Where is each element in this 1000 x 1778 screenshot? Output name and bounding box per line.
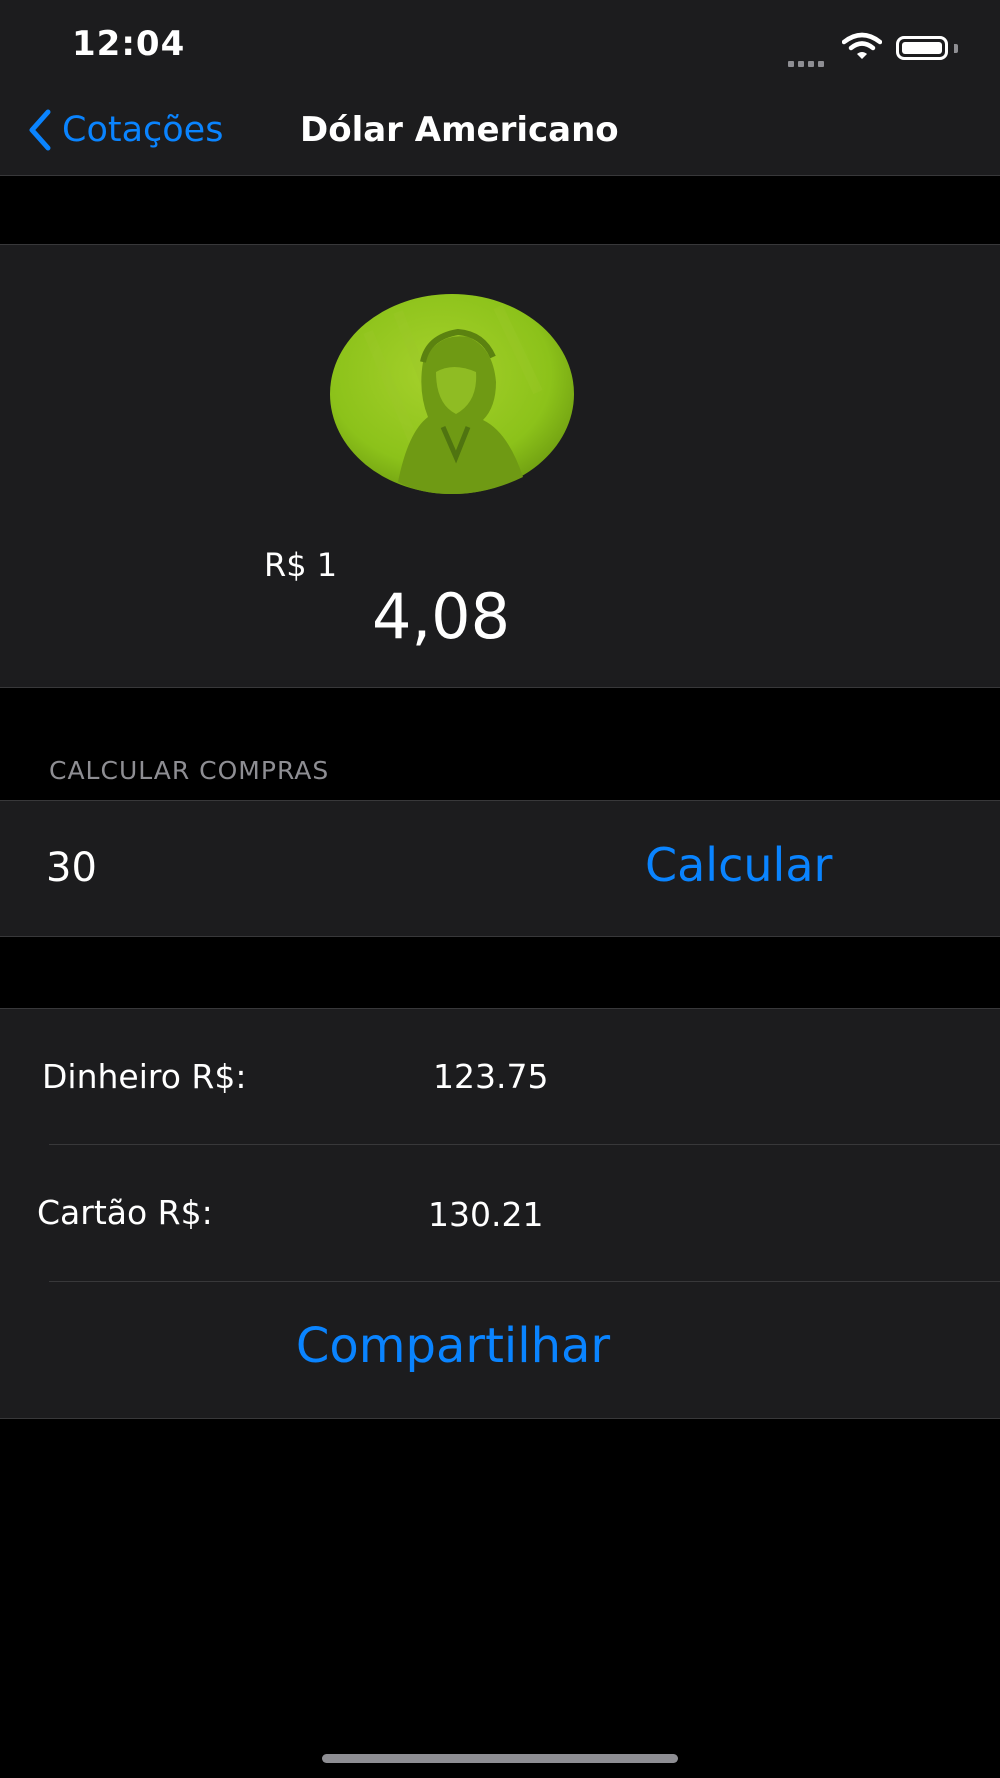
cellular-signal-icon xyxy=(788,52,828,71)
chevron-left-icon xyxy=(29,109,51,151)
battery-tip xyxy=(954,44,958,53)
quote-unit-label: R$ 1 xyxy=(264,546,338,584)
amount-input[interactable] xyxy=(46,838,546,898)
row-separator xyxy=(49,1281,1000,1282)
row-separator xyxy=(49,1144,1000,1145)
cash-label: Dinheiro R$: xyxy=(42,1057,247,1096)
page-title: Dólar Americano xyxy=(300,110,619,150)
quote-value: 4,08 xyxy=(372,580,511,653)
calculator-section-header: CALCULAR COMPRAS xyxy=(49,756,330,785)
card-label: Cartão R$: xyxy=(37,1193,213,1232)
back-button[interactable]: Cotações xyxy=(28,104,223,156)
calculate-button[interactable]: Calcular xyxy=(645,838,832,892)
wifi-icon xyxy=(841,32,883,64)
card-value: 130.21 xyxy=(428,1195,544,1234)
battery-icon xyxy=(896,36,948,60)
share-button[interactable]: Compartilhar xyxy=(0,1318,906,1374)
home-indicator xyxy=(322,1754,678,1763)
status-time: 12:04 xyxy=(72,24,186,64)
back-button-label: Cotações xyxy=(62,110,224,150)
dollar-coin-icon xyxy=(328,292,576,496)
cash-value: 123.75 xyxy=(433,1057,549,1096)
